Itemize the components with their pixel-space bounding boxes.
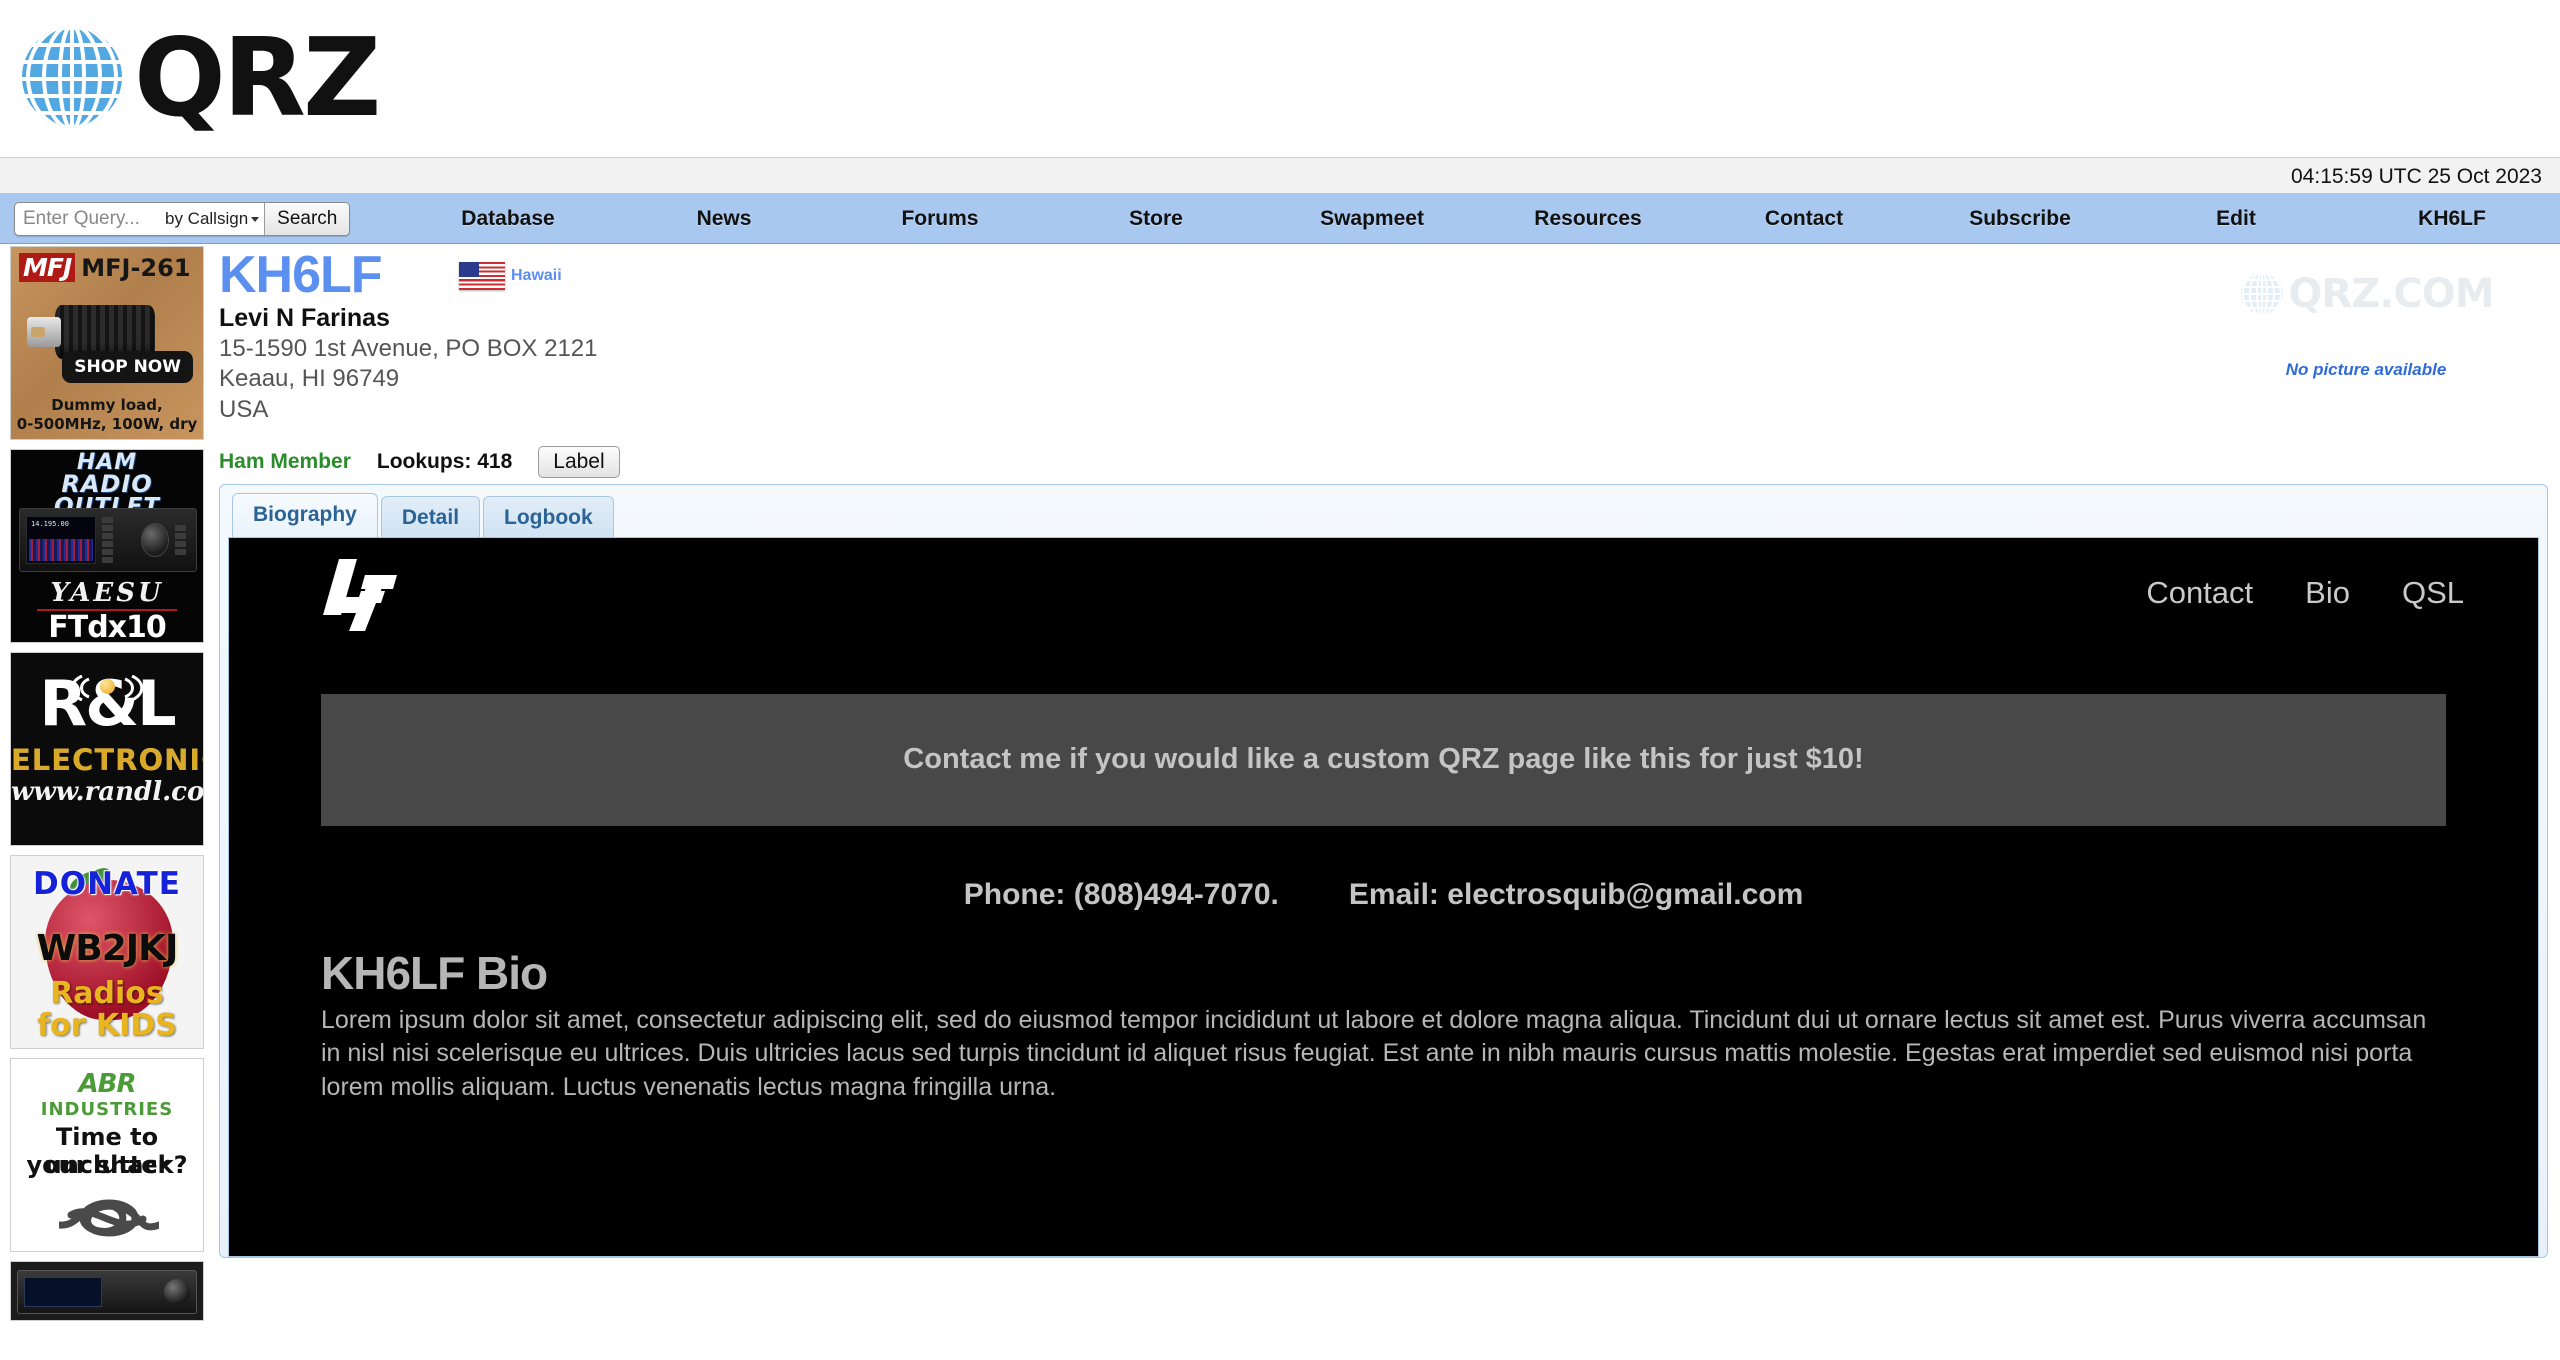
kids-line1: Radios bbox=[50, 976, 164, 1011]
main-content: KH6LF Hawaii Levi N Farinas 15-1590 1st … bbox=[211, 244, 2560, 1258]
radio-wave-left-icon bbox=[70, 675, 90, 701]
status-badge: Ham Member bbox=[219, 449, 351, 473]
search-input[interactable] bbox=[15, 202, 163, 235]
biography-nav: Contact Bio QSL bbox=[229, 538, 2538, 648]
ad-abr-industries[interactable]: ABR INDUSTRIES Time to unclutter your sh… bbox=[10, 1058, 204, 1252]
nav-item-user-callsign[interactable]: KH6LF bbox=[2344, 207, 2560, 231]
radio-display bbox=[24, 1277, 102, 1307]
utc-bar: 04:15:59 UTC 25 Oct 2023 bbox=[0, 158, 2560, 194]
search-button[interactable]: Search bbox=[264, 202, 350, 235]
qrz-watermark-text: QRZ.COM bbox=[2288, 271, 2494, 317]
tab-detail[interactable]: Detail bbox=[380, 495, 481, 538]
us-flag-icon bbox=[459, 262, 505, 290]
ad-mfj-261[interactable]: MFJ MFJ-261 SHOP NOW Dummy load, 0-500MH… bbox=[10, 246, 204, 440]
nav-item-subscribe[interactable]: Subscribe bbox=[1912, 207, 2128, 231]
lf-monogram-logo-icon bbox=[321, 553, 417, 633]
sidebar-ads: MFJ MFJ-261 SHOP NOW Dummy load, 0-500MH… bbox=[0, 244, 211, 1330]
label-button[interactable]: Label bbox=[538, 445, 620, 478]
ad-mfj-caption: Dummy load, 0-500MHz, 100W, dry bbox=[11, 396, 203, 433]
radio-wave-right-icon bbox=[124, 675, 144, 701]
biography-body: KH6LF Bio Lorem ipsum dolor sit amet, co… bbox=[321, 946, 2446, 1105]
yaesu-brand: YAESU bbox=[37, 578, 177, 611]
hro-line2: RADIO bbox=[61, 470, 153, 499]
flag-row: Hawaii bbox=[459, 262, 562, 290]
bio-nav-contact[interactable]: Contact bbox=[2146, 575, 2253, 611]
donate-label: DONATE bbox=[33, 866, 181, 902]
ad-wb2jkj-radios-for-kids[interactable]: DONATE WB2JKJ Radios for KIDS bbox=[10, 855, 204, 1049]
ad-mfj-model: MFJ-261 bbox=[81, 254, 191, 282]
detail-tabs-panel: Biography Detail Logbook Contact Bio QSL… bbox=[219, 483, 2548, 1258]
rl-url: www.randl.com bbox=[11, 777, 204, 807]
lookup-count: Lookups: 418 bbox=[376, 449, 513, 473]
ad-mfj-caption-line2: 0-500MHz, 100W, dry bbox=[16, 414, 198, 433]
bio-nav-bio[interactable]: Bio bbox=[2305, 575, 2350, 611]
rig-frequency: 14.195.00 bbox=[31, 520, 69, 528]
email-text: Email: electrosquib@gmail.com bbox=[1348, 877, 1804, 911]
globe-grid-icon bbox=[14, 16, 136, 138]
main-navbar: by Callsign Search Database News Forums … bbox=[0, 194, 2560, 244]
contact-line: Phone: (808)494-7070. Email: electrosqui… bbox=[229, 878, 2538, 912]
qrz-watermark: QRZ.COM bbox=[2196, 270, 2536, 318]
tab-logbook[interactable]: Logbook bbox=[483, 495, 614, 538]
search-box: by Callsign Search bbox=[14, 201, 351, 236]
biography-text: Lorem ipsum dolor sit amet, consectetur … bbox=[321, 1005, 2427, 1101]
abr-sub: INDUSTRIES bbox=[40, 1099, 174, 1120]
nav-item-edit[interactable]: Edit bbox=[2128, 207, 2344, 231]
ad-ham-radio-outlet[interactable]: HAM RADIO OUTLET 14.195.00 YAESU FTdx10 bbox=[10, 449, 204, 643]
kids-callsign: WB2JKJ bbox=[36, 928, 179, 969]
utc-clock: 04:15:59 UTC 25 Oct 2023 bbox=[2291, 165, 2542, 188]
biography-nav-links: Contact Bio QSL bbox=[2146, 575, 2464, 611]
operator-photo-placeholder: QRZ.COM No picture available bbox=[2196, 256, 2536, 441]
site-header: QRZ bbox=[0, 0, 2560, 158]
callsign-header: KH6LF Hawaii Levi N Farinas 15-1590 1st … bbox=[219, 248, 2548, 478]
tangled-cable-icon bbox=[59, 1199, 159, 1237]
ad-mfj-caption-line1: Dummy load, bbox=[51, 396, 163, 415]
nav-items: Database News Forums Store Swapmeet Reso… bbox=[400, 194, 2560, 243]
transceiver-image: 14.195.00 bbox=[19, 508, 197, 572]
phone-text: Phone: (808)494-7070. bbox=[963, 877, 1279, 911]
nav-item-swapmeet[interactable]: Swapmeet bbox=[1264, 207, 1480, 231]
nav-item-store[interactable]: Store bbox=[1048, 207, 1264, 231]
biography-title: KH6LF Bio bbox=[321, 946, 548, 999]
rl-subtitle: ELECTRONICS bbox=[11, 743, 203, 777]
state-label: Hawaii bbox=[511, 267, 562, 284]
kids-line2: for KIDS bbox=[37, 1008, 177, 1043]
qrz-logo[interactable]: QRZ bbox=[14, 8, 381, 146]
abr-line2: your shack? bbox=[26, 1151, 188, 1179]
bio-nav-qsl[interactable]: QSL bbox=[2402, 575, 2464, 611]
ad-transceiver[interactable] bbox=[10, 1261, 204, 1321]
biography-frame: Contact Bio QSL Contact me if you would … bbox=[228, 536, 2539, 1257]
no-picture-message: No picture available bbox=[2285, 360, 2447, 379]
nav-item-database[interactable]: Database bbox=[400, 207, 616, 231]
member-row: Ham Member Lookups: 418 Label bbox=[219, 445, 2548, 478]
page-body: MFJ MFJ-261 SHOP NOW Dummy load, 0-500MH… bbox=[0, 244, 2560, 1360]
ad-shop-now-button[interactable]: SHOP NOW bbox=[62, 351, 193, 383]
nav-item-forums[interactable]: Forums bbox=[832, 207, 1048, 231]
globe-grid-watermark-icon bbox=[2241, 273, 2284, 315]
ad-mfj-brand: MFJ bbox=[19, 253, 76, 282]
nav-item-contact[interactable]: Contact bbox=[1696, 207, 1912, 231]
tab-list: Biography Detail Logbook bbox=[228, 492, 2539, 538]
tab-biography[interactable]: Biography bbox=[232, 492, 378, 537]
ad-rl-electronics[interactable]: R&L ELECTRONICS www.randl.com bbox=[10, 652, 204, 846]
abr-brand: ABR bbox=[78, 1069, 137, 1099]
signal-dot-icon bbox=[100, 679, 115, 694]
yaesu-model: FTdx10 bbox=[48, 610, 167, 643]
search-mode-dropdown[interactable]: by Callsign bbox=[163, 203, 264, 235]
qrz-wordmark: QRZ bbox=[134, 16, 381, 141]
radio-knob bbox=[164, 1279, 190, 1305]
nav-item-news[interactable]: News bbox=[616, 207, 832, 231]
search-mode-label: by Callsign bbox=[165, 208, 249, 228]
chevron-down-icon bbox=[251, 216, 260, 222]
promo-banner: Contact me if you would like a custom QR… bbox=[321, 693, 2446, 826]
nav-item-resources[interactable]: Resources bbox=[1480, 207, 1696, 231]
